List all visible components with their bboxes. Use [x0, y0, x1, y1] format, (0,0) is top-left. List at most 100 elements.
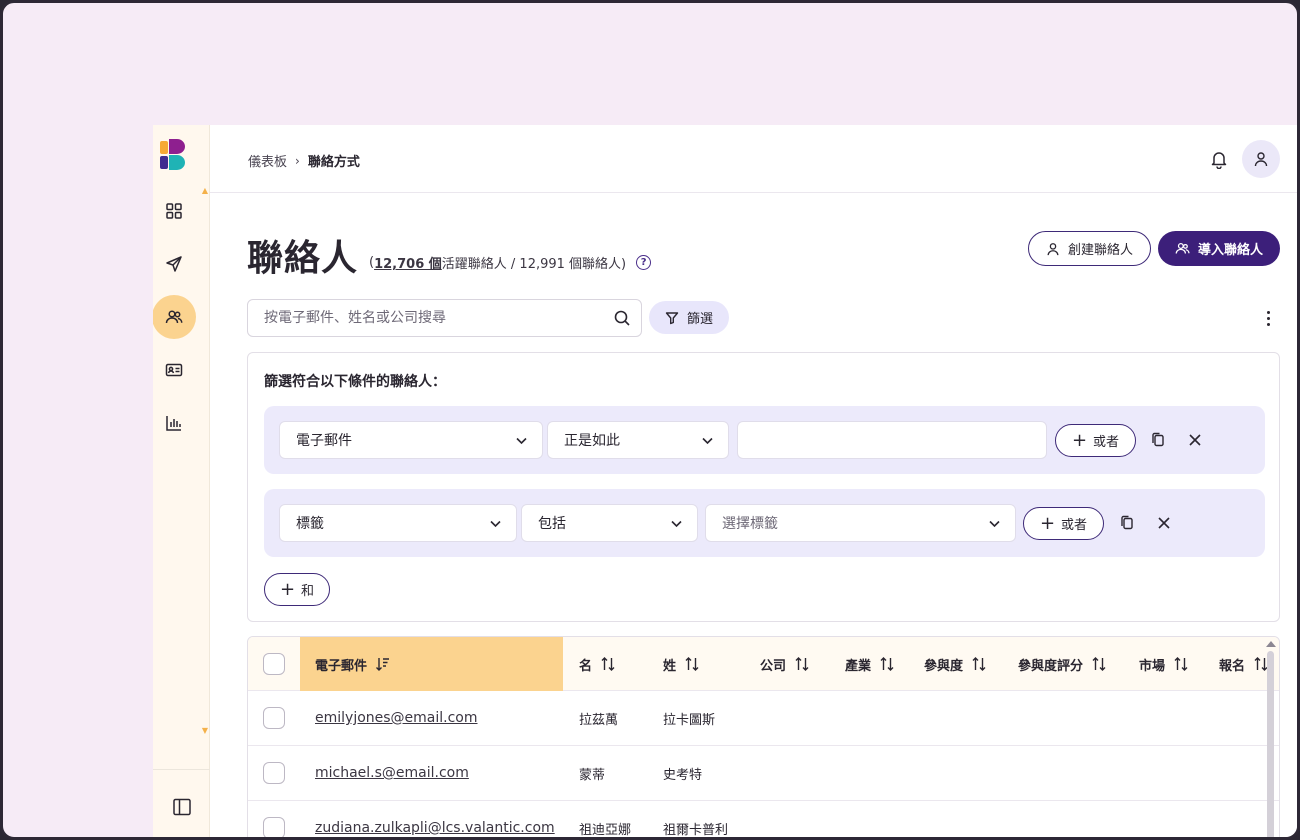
- sidebar-scroll-down-icon[interactable]: ▼: [201, 727, 209, 735]
- column-signup[interactable]: 報名: [1219, 637, 1269, 691]
- operator-select[interactable]: 正是如此: [547, 421, 729, 459]
- bell-icon[interactable]: [1209, 149, 1229, 169]
- column-engagement-score[interactable]: 參與度評分: [1018, 637, 1107, 691]
- sidebar-toggle-icon[interactable]: [172, 797, 192, 817]
- sort-icon: [880, 657, 894, 671]
- and-label: 和: [301, 584, 315, 599]
- row-last-name: 史考特: [663, 767, 703, 783]
- select-all-checkbox[interactable]: [263, 653, 285, 675]
- column-signup-label: 報名: [1219, 658, 1246, 674]
- import-contacts-button[interactable]: 導入聯絡人: [1158, 231, 1280, 266]
- sort-descending-icon: [376, 658, 390, 671]
- column-email-label: 電子郵件: [315, 658, 368, 674]
- close-icon[interactable]: [1187, 432, 1203, 448]
- sort-icon: [795, 657, 809, 671]
- column-industry-label: 產業: [845, 658, 872, 674]
- more-options-icon[interactable]: [1260, 311, 1276, 331]
- plus-icon: +: [1071, 429, 1088, 451]
- column-last-name[interactable]: 姓: [663, 637, 700, 691]
- sidebar-item-contact-cards[interactable]: [153, 349, 195, 391]
- column-first-name[interactable]: 名: [579, 637, 616, 691]
- breadcrumb-current: 聯絡方式: [307, 155, 360, 170]
- brand-logo[interactable]: [160, 139, 186, 171]
- sort-icon: [1092, 657, 1106, 671]
- field-select-value: 標籤: [296, 516, 324, 532]
- sidebar-item-dashboard[interactable]: [153, 190, 195, 232]
- column-company[interactable]: 公司: [760, 637, 810, 691]
- column-engagement-score-label: 參與度評分: [1018, 658, 1084, 674]
- sidebar-item-contacts[interactable]: [153, 295, 196, 339]
- table-row[interactable]: michael.s@email.com 蒙蒂 史考特: [248, 746, 1279, 801]
- row-last-name: 祖爾卡普利: [663, 822, 729, 838]
- duplicate-icon[interactable]: [1119, 515, 1135, 531]
- table-row[interactable]: zudiana.zulkapli@lcs.valantic.com 祖迪亞娜 祖…: [248, 801, 1279, 838]
- sort-icon: [601, 657, 615, 671]
- chevron-down-icon: [702, 437, 713, 445]
- table-header: 電子郵件 名 姓 公司 產業 參與度 參與度評分 市場 報名: [248, 637, 1279, 691]
- search-box: [247, 299, 642, 337]
- column-engagement[interactable]: 參與度: [924, 637, 987, 691]
- add-or-condition-button[interactable]: + 或者: [1023, 507, 1104, 540]
- column-first-name-label: 名: [579, 658, 593, 674]
- add-or-condition-button[interactable]: + 或者: [1055, 424, 1136, 457]
- row-email[interactable]: zudiana.zulkapli@lcs.valantic.com: [315, 820, 555, 836]
- add-and-condition-button[interactable]: + 和: [264, 573, 330, 606]
- value-input[interactable]: [737, 421, 1047, 459]
- column-market-label: 市場: [1139, 658, 1166, 674]
- row-checkbox[interactable]: [263, 707, 285, 729]
- sort-icon: [685, 657, 699, 671]
- operator-select[interactable]: 包括: [521, 504, 698, 542]
- avatar[interactable]: [1242, 140, 1280, 178]
- close-icon[interactable]: [1156, 515, 1172, 531]
- column-engagement-label: 參與度: [924, 658, 964, 674]
- sidebar-scroll-up-icon[interactable]: ▲: [201, 187, 209, 195]
- top-header: 儀表板 › 聯絡方式: [210, 125, 1297, 193]
- app-frame: ▲ ▼ 儀表板 › 聯絡方式 聯絡人 (12,706 個 活躍聯絡人 / 12…: [0, 0, 1300, 840]
- row-last-name: 拉卡圖斯: [663, 712, 716, 728]
- user-icon: [1254, 152, 1268, 167]
- filter-heading: 篩選符合以下條件的聯絡人：: [264, 374, 446, 390]
- duplicate-icon[interactable]: [1150, 432, 1166, 448]
- filter-rule-row: 電子郵件 正是如此 + 或者: [264, 406, 1265, 474]
- sort-icon: [1174, 657, 1188, 671]
- dashboard-icon: [166, 203, 182, 219]
- table-row[interactable]: emilyjones@email.com 拉茲萬 拉卡圖斯: [248, 691, 1279, 746]
- filter-label: 篩選: [686, 312, 713, 327]
- sidebar-item-reports[interactable]: [153, 402, 195, 444]
- row-email[interactable]: michael.s@email.com: [315, 765, 469, 781]
- filter-panel: 篩選符合以下條件的聯絡人： 電子郵件 正是如此 + 或者 標籤 包括 選擇標籤 …: [247, 352, 1280, 622]
- search-input[interactable]: [248, 300, 588, 336]
- create-contact-button[interactable]: 創建聯絡人: [1028, 231, 1151, 266]
- row-checkbox[interactable]: [263, 762, 285, 784]
- column-market[interactable]: 市場: [1139, 637, 1189, 691]
- field-select[interactable]: 標籤: [279, 504, 517, 542]
- column-industry[interactable]: 產業: [845, 637, 895, 691]
- row-first-name: 蒙蒂: [579, 767, 606, 783]
- chevron-down-icon: [671, 520, 682, 528]
- field-select-value: 電子郵件: [296, 433, 352, 449]
- sidebar-item-campaigns[interactable]: [153, 243, 195, 285]
- page-title: 聯絡人: [247, 238, 359, 279]
- help-icon[interactable]: ?: [636, 255, 652, 270]
- scroll-up-icon[interactable]: [1266, 641, 1276, 647]
- contacts-icon: [165, 310, 183, 324]
- tag-select[interactable]: 選擇標籤: [705, 504, 1016, 542]
- plus-icon: +: [1039, 512, 1056, 534]
- sort-icon: [972, 657, 986, 671]
- field-select[interactable]: 電子郵件: [279, 421, 543, 459]
- table-scrollbar[interactable]: [1267, 651, 1274, 837]
- breadcrumb-dashboard[interactable]: 儀表板: [248, 151, 287, 170]
- row-checkbox[interactable]: [263, 817, 285, 837]
- active-count-link[interactable]: 12,706 個: [374, 253, 442, 272]
- row-email[interactable]: emilyjones@email.com: [315, 710, 478, 726]
- column-email[interactable]: 電子郵件: [300, 637, 563, 691]
- operator-select-value: 包括: [538, 516, 566, 532]
- users-icon: [1175, 243, 1190, 254]
- operator-select-value: 正是如此: [564, 433, 620, 449]
- or-label: 或者: [1061, 518, 1088, 533]
- column-company-label: 公司: [760, 658, 787, 674]
- search-icon[interactable]: [613, 309, 631, 327]
- row-first-name: 祖迪亞娜: [579, 822, 632, 838]
- chevron-down-icon: [490, 520, 501, 528]
- filter-button[interactable]: 篩選: [649, 301, 729, 334]
